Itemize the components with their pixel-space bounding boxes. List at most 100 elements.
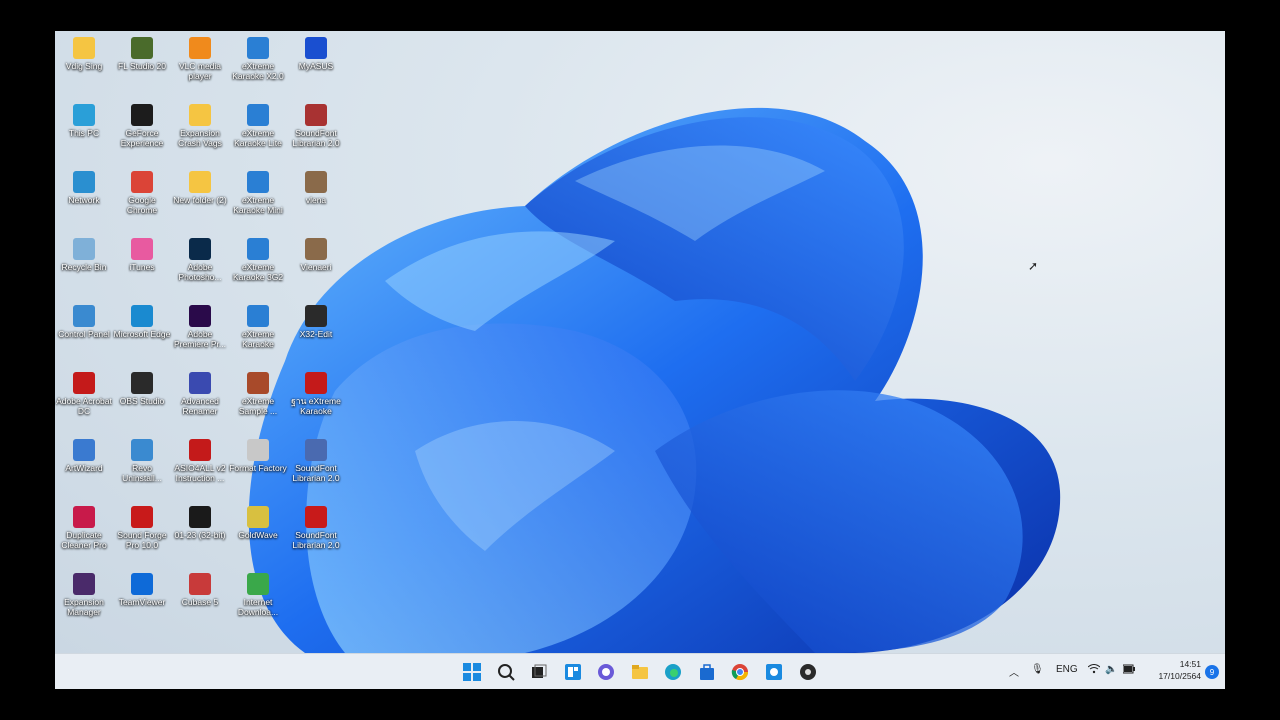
desktop-icon[interactable]: New folder (2)	[171, 167, 229, 231]
pdf-icon	[305, 372, 327, 394]
file-explorer-button[interactable]	[628, 660, 652, 684]
desktop-icon[interactable]: Advanced Renamer	[171, 368, 229, 432]
desktop-icon-label: Internet Downloa...	[237, 597, 279, 617]
desktop-icon[interactable]: 01-23 (32-bit)	[171, 502, 229, 566]
karaoke-icon	[247, 37, 269, 59]
acrobat-icon	[73, 372, 95, 394]
desktop-icon[interactable]: GoldWave	[229, 502, 287, 566]
obs-button[interactable]	[796, 660, 820, 684]
desktop-icon-label: MyASUS	[298, 61, 334, 71]
desktop-icon[interactable]: iTunes	[113, 234, 171, 298]
desktop-icon[interactable]: Adobe Acrobat DC	[55, 368, 113, 432]
desktop-icon-label: OBS Studio	[119, 396, 165, 406]
desktop-icon[interactable]: eXtreme Karaoke	[229, 301, 287, 365]
app-button[interactable]	[762, 660, 786, 684]
desktop-icon[interactable]: eXtreme Karaoke 3G2	[229, 234, 287, 298]
desktop-icon[interactable]: This PC	[55, 100, 113, 164]
microphone-icon[interactable]: 🎙	[1031, 664, 1044, 675]
desktop-icon[interactable]: Duplicate Cleaner Pro	[55, 502, 113, 566]
clock[interactable]: 14:51 17/10/2564	[1158, 658, 1201, 682]
obs-icon	[800, 664, 816, 680]
desktop-icon[interactable]: GeForce Experience	[113, 100, 171, 164]
chat-button[interactable]	[594, 660, 618, 684]
desktop-icon[interactable]: Adobe Photosho...	[171, 234, 229, 298]
desktop-icon[interactable]: FL Studio 20	[113, 33, 171, 97]
desktop-icon-label: Vienaeri	[300, 262, 332, 272]
desktop-icon-label: Recycle Bin	[61, 262, 107, 272]
edge-button[interactable]	[661, 660, 685, 684]
karaoke-icon	[247, 171, 269, 193]
renamer-icon	[189, 372, 211, 394]
desktop-icon[interactable]: MyASUS	[287, 33, 345, 97]
notification-badge[interactable]: 9	[1205, 665, 1219, 679]
folder-icon	[189, 171, 211, 193]
desktop-icon-label: Vdig Sing	[65, 61, 103, 71]
desktop-icon-label: SoundFont Librarian 2.0	[292, 463, 340, 483]
desktop-icon[interactable]: Microsoft Edge	[113, 301, 171, 365]
desktop-icon-label: Format Factory	[229, 463, 287, 473]
desktop-icon[interactable]: VLC media player	[171, 33, 229, 97]
desktop-icon[interactable]: SoundFont Librarian 2.0	[287, 502, 345, 566]
wifi-icon[interactable]	[1087, 664, 1101, 677]
desktop-icon[interactable]: SoundFont Librarian 2.0	[287, 100, 345, 164]
folder-icon	[632, 665, 648, 679]
search-icon	[498, 664, 515, 681]
desktop-icon[interactable]: Cubase 5	[171, 569, 229, 633]
clock-time: 14:51	[1179, 659, 1201, 669]
edge-icon	[665, 664, 681, 680]
widgets-button[interactable]	[561, 660, 585, 684]
battery-icon[interactable]	[1122, 664, 1135, 677]
desktop-icon[interactable]: Internet Downloa...	[229, 569, 287, 633]
artwizard-icon	[73, 439, 95, 461]
desktop-icon[interactable]: Network	[55, 167, 113, 231]
desktop-icon[interactable]: TeamViewer	[113, 569, 171, 633]
expansion-manager-icon	[73, 573, 95, 595]
sample-icon	[247, 372, 269, 394]
idm-icon	[247, 573, 269, 595]
desktop-icon-label: Cubase 5	[181, 597, 219, 607]
desktop-icon[interactable]: Expansion Crash Vags	[171, 100, 229, 164]
desktop-icon-label: Expansion Crash Vags	[178, 128, 222, 148]
app-icon	[305, 238, 327, 260]
language-indicator[interactable]: ENG	[1056, 664, 1078, 675]
desktop-icon[interactable]: Revo Uninstall...	[113, 435, 171, 499]
desktop-icon[interactable]: eXtreme Karaoke Lite	[229, 100, 287, 164]
desktop-icon[interactable]: eXtreme Karaoke X2.0	[229, 33, 287, 97]
karaoke-icon	[247, 104, 269, 126]
revo-icon	[131, 439, 153, 461]
desktop-icon[interactable]: OBS Studio	[113, 368, 171, 432]
desktop-icon[interactable]: Expansion Manager	[55, 569, 113, 633]
desktop-icon[interactable]: Recycle Bin	[55, 234, 113, 298]
desktop-icon-label: eXtreme Karaoke Lite	[234, 128, 282, 148]
desktop-icon-label: Adobe Premiere Pr...	[174, 329, 226, 349]
app-settings-icon	[766, 664, 782, 680]
start-button[interactable]	[460, 660, 484, 684]
desktop-icon[interactable]: ArtWizard	[55, 435, 113, 499]
desktop-icon[interactable]: ASIO4ALL v2 Instruction ...	[171, 435, 229, 499]
desktop-icon[interactable]: vlena	[287, 167, 345, 231]
store-button[interactable]	[695, 660, 719, 684]
chrome-button[interactable]	[728, 660, 752, 684]
desktop-icon[interactable]: SoundFont Librarian 2.0	[287, 435, 345, 499]
desktop-icon[interactable]: eXtreme Karaoke Mini	[229, 167, 287, 231]
desktop-icon-label: Duplicate Cleaner Pro	[61, 530, 107, 550]
task-view-button[interactable]	[527, 660, 551, 684]
desktop-icon[interactable]: ฐาน eXtreme Karaoke	[287, 368, 345, 432]
desktop-icon[interactable]: Format Factory	[229, 435, 287, 499]
obs-icon	[131, 372, 153, 394]
desktop-icon[interactable]: eXtreme Sample ...	[229, 368, 287, 432]
desktop-icon[interactable]: X32-Edit	[287, 301, 345, 365]
desktop-icon-label: eXtreme Karaoke Mini	[233, 195, 283, 215]
desktop-icon[interactable]: Vienaeri	[287, 234, 345, 298]
desktop-icon[interactable]: Vdig Sing	[55, 33, 113, 97]
desktop-icon[interactable]: Sound Forge Pro 10.0	[113, 502, 171, 566]
search-button[interactable]	[494, 660, 518, 684]
desktop-icon[interactable]: Control Panel	[55, 301, 113, 365]
karaoke-icon	[247, 238, 269, 260]
app-icon	[189, 506, 211, 528]
volume-icon[interactable]: 🔈	[1105, 664, 1117, 675]
show-hidden-icons-chevron-icon[interactable]: ︿	[1009, 664, 1019, 679]
desktop-icon[interactable]: Google Chrome	[113, 167, 171, 231]
desktop-icon[interactable]: Adobe Premiere Pr...	[171, 301, 229, 365]
desktop-icon-label: Microsoft Edge	[113, 329, 171, 339]
